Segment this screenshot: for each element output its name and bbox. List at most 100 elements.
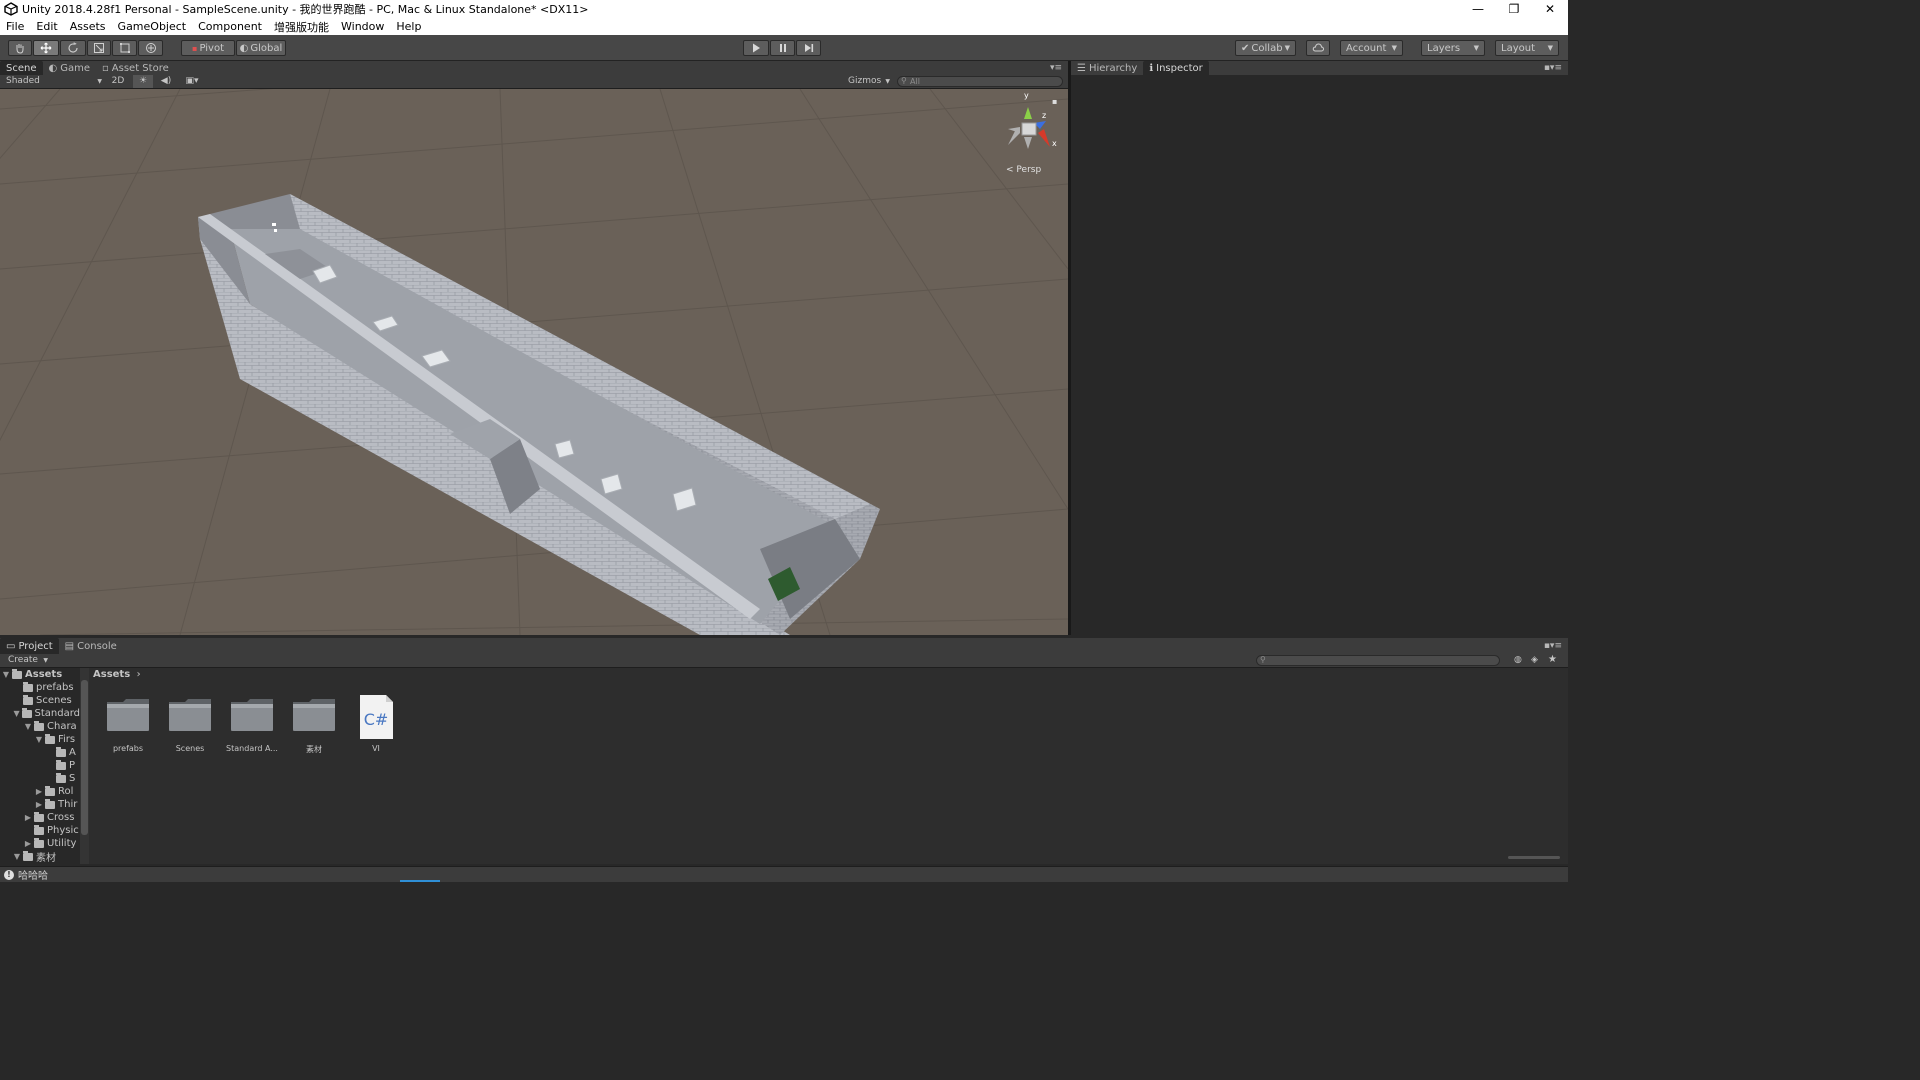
menu-file[interactable]: File [0, 20, 30, 33]
scene-search-input[interactable]: ⚲ All [897, 76, 1063, 87]
create-dropdown[interactable]: Create ▼ [8, 655, 48, 665]
restore-button[interactable]: ❐ [1496, 0, 1532, 18]
project-search-input[interactable]: ⚲ [1256, 655, 1500, 666]
rotate-tool-button[interactable] [60, 40, 86, 56]
asset-folder[interactable]: prefabs [102, 694, 154, 753]
filter-type-icon[interactable]: ◍ [1514, 655, 1522, 665]
hand-tool-button[interactable] [8, 40, 32, 56]
tree-item[interactable]: ▶ Rol [0, 785, 80, 798]
tab-scene-label: Scene [6, 62, 37, 74]
fold-arrow-icon[interactable]: ▼ [11, 709, 22, 718]
menu-enhanced[interactable]: 增强版功能 [268, 19, 335, 35]
chevron-down-icon: ▼ [1391, 44, 1397, 52]
fold-arrow-icon[interactable]: ▼ [11, 852, 23, 861]
tree-scrollbar-thumb[interactable] [81, 680, 88, 835]
tree-item[interactable]: P [0, 759, 80, 772]
play-button[interactable] [743, 40, 769, 56]
menu-edit[interactable]: Edit [30, 20, 63, 33]
tab-console[interactable]: ▤ Console [59, 638, 123, 654]
tree-item[interactable]: ▶ Thir [0, 798, 80, 811]
tree-item[interactable]: ▼ Firs [0, 733, 80, 746]
menu-component[interactable]: Component [192, 20, 268, 33]
chevron-down-icon: ▼ [1284, 44, 1290, 52]
asset-script[interactable]: C# VI [350, 694, 402, 753]
audio-toggle[interactable]: ◀) [157, 75, 175, 88]
layers-dropdown[interactable]: Layers ▼ [1421, 40, 1485, 56]
fold-arrow-icon[interactable]: ▶ [33, 800, 45, 809]
menu-window[interactable]: Window [335, 20, 390, 33]
account-label: Account [1346, 42, 1387, 54]
step-button[interactable] [796, 40, 821, 56]
tab-scene[interactable]: Scene [0, 61, 43, 75]
cloud-icon [1312, 43, 1324, 52]
search-icon: ⚲ [1260, 655, 1266, 664]
projection-toggle[interactable]: < Persp [1006, 165, 1041, 175]
fold-arrow-icon[interactable]: ▶ [22, 839, 34, 848]
tree-item[interactable]: ▼ Standard [0, 707, 80, 720]
fold-arrow-icon[interactable]: ▼ [0, 670, 12, 679]
asset-folder[interactable]: 素材 [288, 694, 340, 755]
fold-arrow-icon[interactable]: ▶ [33, 787, 45, 796]
collab-dropdown[interactable]: ✔ Collab ▼ [1235, 40, 1296, 56]
tree-item[interactable]: Physic [0, 824, 80, 837]
tab-project[interactable]: ▭ Project [0, 638, 59, 654]
tab-game[interactable]: ◐ Game [43, 61, 97, 75]
list-icon: ☰ [1077, 62, 1086, 74]
breadcrumb-assets[interactable]: Assets [93, 669, 130, 680]
status-message: 哈哈哈 [18, 871, 48, 882]
menu-assets[interactable]: Assets [64, 20, 112, 33]
scale-tool-button[interactable] [87, 40, 111, 56]
close-button[interactable]: ✕ [1532, 0, 1568, 18]
lock-icon[interactable]: ▪ [1052, 97, 1057, 106]
global-toggle[interactable]: ◐ Global [236, 40, 286, 56]
tree-item[interactable]: ▼ 素材 [0, 850, 80, 864]
tree-scrollbar[interactable] [80, 668, 89, 864]
tree-item[interactable]: ▶ Cross [0, 811, 80, 824]
projection-label: Persp [1016, 165, 1042, 175]
effects-dropdown[interactable]: ▣▾ [179, 75, 205, 88]
unity-logo-icon [4, 2, 18, 16]
pivot-toggle[interactable]: ▪ Pivot [181, 40, 235, 56]
project-toolbar: Create ▼ ⚲ ◍ ◈ ★ [0, 654, 1568, 668]
panel-menu-icon[interactable]: ▾≡ [1044, 61, 1068, 75]
tab-inspector[interactable]: ℹ Inspector [1143, 61, 1209, 75]
transform-tool-button[interactable] [138, 40, 163, 56]
filter-label-icon[interactable]: ◈ [1531, 655, 1538, 665]
move-tool-button[interactable] [33, 40, 59, 56]
asset-folder[interactable]: Scenes [164, 694, 216, 753]
tree-item[interactable]: Scenes [0, 694, 80, 707]
tree-item-label: Scenes [36, 695, 72, 706]
mode-2d-toggle[interactable]: 2D [108, 75, 128, 88]
fold-arrow-icon[interactable]: ▼ [33, 735, 45, 744]
icon-size-slider[interactable] [1508, 856, 1560, 859]
tree-item[interactable]: ▼ Chara [0, 720, 80, 733]
cloud-button[interactable] [1306, 40, 1330, 56]
favorites-star-icon[interactable]: ★ [1548, 654, 1557, 665]
tab-hierarchy[interactable]: ☰ Hierarchy [1071, 61, 1143, 75]
corridor-floor [230, 229, 840, 624]
tree-item[interactable]: A [0, 746, 80, 759]
gizmos-label: Gizmos [848, 76, 882, 86]
scene-orientation-gizmo[interactable]: y z x ▪ [1000, 91, 1062, 155]
account-dropdown[interactable]: Account ▼ [1340, 40, 1403, 56]
pause-button[interactable] [770, 40, 795, 56]
scene-view-toolbar: Shaded ▼ 2D ☀ ◀) ▣▾ Gizmos ▼ ⚲ All [0, 75, 1068, 89]
panel-menu-icon[interactable]: ▪▾≡ [1538, 61, 1568, 75]
menu-help[interactable]: Help [390, 20, 427, 33]
fold-arrow-icon[interactable]: ▼ [22, 722, 34, 731]
tree-item[interactable]: ▼ Assets [0, 668, 80, 681]
scene-viewport[interactable]: y z x ▪ < Persp [0, 89, 1068, 635]
minimize-button[interactable]: — [1460, 0, 1496, 18]
menu-gameobject[interactable]: GameObject [112, 20, 193, 33]
asset-folder[interactable]: Standard A... [226, 694, 278, 753]
tab-asset-store[interactable]: ▫ Asset Store [96, 61, 175, 75]
fold-arrow-icon[interactable]: ▶ [22, 813, 34, 822]
tree-item[interactable]: S [0, 772, 80, 785]
shading-mode-dropdown[interactable]: Shaded ▼ [6, 76, 102, 86]
layout-dropdown[interactable]: Layout ▼ [1495, 40, 1559, 56]
panel-menu-icon[interactable]: ▪▾≡ [1538, 638, 1568, 654]
rect-tool-button[interactable] [112, 40, 137, 56]
gizmos-dropdown[interactable]: Gizmos ▼ [848, 76, 890, 86]
lighting-toggle[interactable]: ☀ [133, 75, 153, 88]
tree-item[interactable]: prefabs [0, 681, 80, 694]
